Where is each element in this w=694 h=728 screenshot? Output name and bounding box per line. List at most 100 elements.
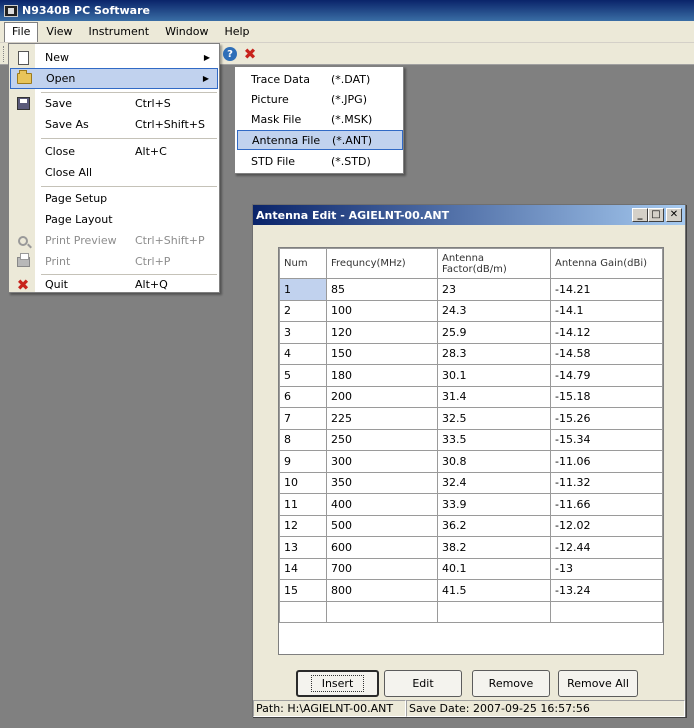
edit-button[interactable]: Edit [384, 670, 462, 697]
table-row[interactable]: 5 180 30.1 -14.79 [279, 364, 663, 387]
table-row[interactable]: 11 400 33.9 -11.66 [279, 493, 663, 516]
antenna-edit-title-bar[interactable]: Antenna Edit - AGIELNT-00.ANT _ □ ✕ [253, 205, 685, 225]
table-cell[interactable]: 25.9 [437, 321, 551, 344]
table-cell[interactable]: 5 [279, 364, 327, 387]
table-cell[interactable]: 40.1 [437, 557, 551, 580]
table-cell[interactable]: 120 [326, 321, 438, 344]
table-row[interactable]: 4 150 28.3 -14.58 [279, 342, 663, 365]
table-cell[interactable]: 24.3 [437, 299, 551, 322]
menu-item-page-setup[interactable]: Page Setup [10, 188, 218, 209]
table-cell[interactable]: 32.4 [437, 471, 551, 494]
submenu-item-trace-data[interactable]: Trace Data (*.DAT) [237, 69, 403, 89]
menu-item-open[interactable]: Open ▶ [10, 68, 218, 89]
menu-view[interactable]: View [38, 23, 80, 42]
table-cell[interactable]: 400 [326, 493, 438, 516]
table-cell[interactable]: -12.02 [550, 514, 663, 537]
table-cell[interactable]: 41.5 [437, 579, 551, 602]
table-cell[interactable]: -15.26 [550, 407, 663, 430]
table-row[interactable]: 14 700 40.1 -13 [279, 557, 663, 580]
table-row[interactable]: 15 800 41.5 -13.24 [279, 579, 663, 602]
table-row[interactable]: 9 300 30.8 -11.06 [279, 450, 663, 473]
table-cell[interactable] [437, 600, 551, 623]
menu-item-close[interactable]: Close Alt+C [10, 141, 218, 162]
table-cell[interactable]: 600 [326, 536, 438, 559]
table-cell[interactable]: -13 [550, 557, 663, 580]
table-cell[interactable] [279, 600, 327, 623]
table-cell[interactable]: 28.3 [437, 342, 551, 365]
menu-help[interactable]: Help [216, 23, 257, 42]
submenu-item-std-file[interactable]: STD File (*.STD) [237, 151, 403, 171]
table-cell[interactable]: 800 [326, 579, 438, 602]
remove-all-button[interactable]: Remove All [558, 670, 638, 697]
table-cell[interactable]: -14.58 [550, 342, 663, 365]
table-cell[interactable]: 30.8 [437, 450, 551, 473]
table-cell[interactable]: 31.4 [437, 385, 551, 408]
submenu-item-picture[interactable]: Picture (*.JPG) [237, 89, 403, 109]
submenu-item-mask-file[interactable]: Mask File (*.MSK) [237, 109, 403, 129]
table-cell[interactable]: 6 [279, 385, 327, 408]
table-row[interactable]: 3 120 25.9 -14.12 [279, 321, 663, 344]
table-cell[interactable]: -11.66 [550, 493, 663, 516]
table-cell[interactable]: 7 [279, 407, 327, 430]
menu-item-print-preview[interactable]: Print Preview Ctrl+Shift+P [10, 230, 218, 251]
table-cell[interactable]: 33.9 [437, 493, 551, 516]
table-cell[interactable]: 36.2 [437, 514, 551, 537]
menu-instrument[interactable]: Instrument [81, 23, 158, 42]
table-row[interactable]: 13 600 38.2 -12.44 [279, 536, 663, 559]
table-cell[interactable] [326, 600, 438, 623]
close-icon[interactable]: ✕ [666, 208, 682, 222]
table-cell[interactable]: 10 [279, 471, 327, 494]
table-cell[interactable]: 30.1 [437, 364, 551, 387]
table-cell[interactable]: 200 [326, 385, 438, 408]
menu-item-new[interactable]: New ▶ [10, 47, 218, 68]
menu-item-quit[interactable]: ✖ Quit Alt+Q [10, 274, 218, 295]
menu-item-print[interactable]: Print Ctrl+P [10, 251, 218, 272]
submenu-item-antenna-file[interactable]: Antenna File (*.ANT) [237, 130, 403, 150]
table-cell[interactable]: -14.21 [550, 278, 663, 301]
table-cell[interactable]: -15.34 [550, 428, 663, 451]
table-cell[interactable]: -14.12 [550, 321, 663, 344]
table-cell[interactable]: 700 [326, 557, 438, 580]
menu-item-save-as[interactable]: Save As Ctrl+Shift+S [10, 114, 218, 135]
table-cell[interactable]: 15 [279, 579, 327, 602]
table-cell[interactable]: 32.5 [437, 407, 551, 430]
table-cell[interactable] [550, 600, 663, 623]
table-cell[interactable]: 9 [279, 450, 327, 473]
table-cell[interactable]: -14.79 [550, 364, 663, 387]
table-cell[interactable]: 300 [326, 450, 438, 473]
table-row[interactable]: 8 250 33.5 -15.34 [279, 428, 663, 451]
insert-button[interactable]: Insert [296, 670, 379, 697]
table-cell[interactable]: -15.18 [550, 385, 663, 408]
table-row[interactable]: 2 100 24.3 -14.1 [279, 299, 663, 322]
table-cell[interactable]: 38.2 [437, 536, 551, 559]
help-button[interactable]: ? [222, 46, 238, 62]
table-cell[interactable]: 4 [279, 342, 327, 365]
table-cell[interactable]: 33.5 [437, 428, 551, 451]
table-row[interactable] [279, 600, 663, 623]
table-cell[interactable]: 150 [326, 342, 438, 365]
remove-button[interactable]: Remove [472, 670, 550, 697]
menu-item-save[interactable]: Save Ctrl+S [10, 93, 218, 114]
table-cell[interactable]: 100 [326, 299, 438, 322]
table-cell[interactable]: 3 [279, 321, 327, 344]
table-cell[interactable]: 12 [279, 514, 327, 537]
table-cell[interactable]: -13.24 [550, 579, 663, 602]
table-cell[interactable]: 180 [326, 364, 438, 387]
table-cell[interactable]: -11.32 [550, 471, 663, 494]
menu-item-page-layout[interactable]: Page Layout [10, 209, 218, 230]
table-cell[interactable]: 23 [437, 278, 551, 301]
toolbar-grip[interactable] [3, 46, 6, 62]
column-header-antenna-gain[interactable]: Antenna Gain(dBi) [550, 248, 663, 279]
table-cell[interactable]: 13 [279, 536, 327, 559]
table-cell[interactable]: 250 [326, 428, 438, 451]
menu-item-close-all[interactable]: Close All [10, 162, 218, 183]
table-cell[interactable]: -11.06 [550, 450, 663, 473]
table-row[interactable]: 6 200 31.4 -15.18 [279, 385, 663, 408]
table-cell[interactable]: 1 [279, 278, 327, 301]
maximize-icon[interactable]: □ [648, 208, 664, 222]
table-cell[interactable]: 500 [326, 514, 438, 537]
table-cell[interactable]: -14.1 [550, 299, 663, 322]
table-cell[interactable]: 14 [279, 557, 327, 580]
quit-toolbar-button[interactable]: ✖ [242, 46, 258, 62]
column-header-num[interactable]: Num [279, 248, 327, 279]
